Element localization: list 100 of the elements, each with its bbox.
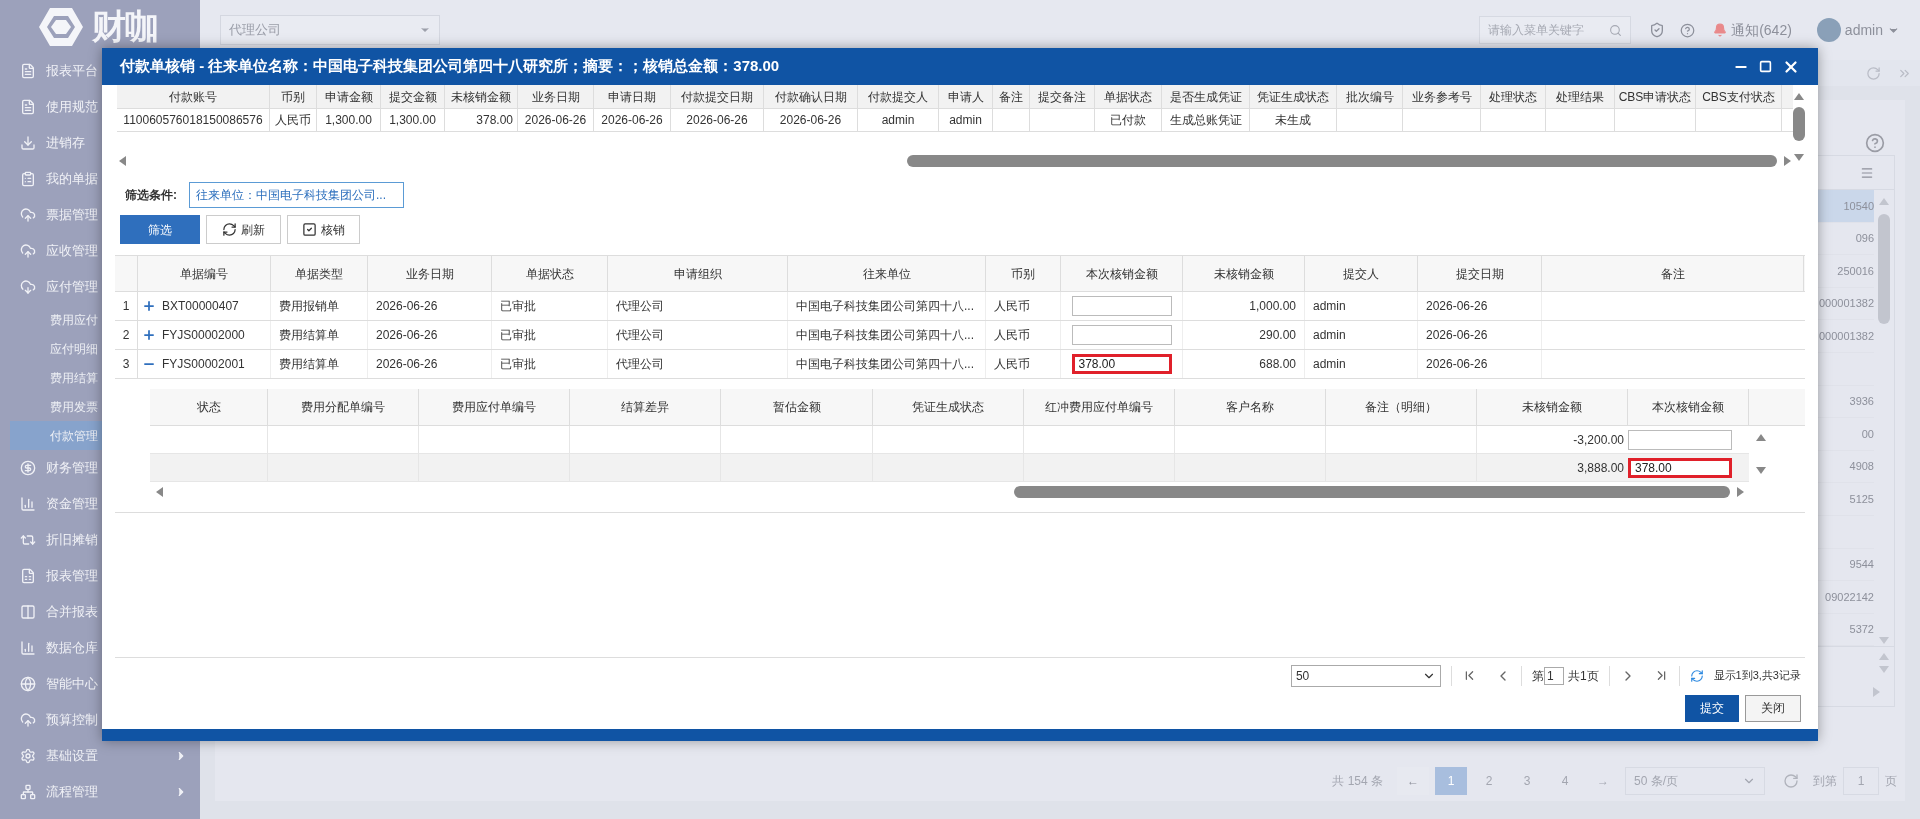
column-header: 提交日期: [1418, 256, 1542, 291]
detail-row[interactable]: -3,200.00: [150, 426, 1749, 454]
company-select[interactable]: 代理公司: [220, 15, 440, 45]
table-cell-text: 中国电子科技集团公司第四十八...: [796, 356, 974, 373]
table-cell-text: admin: [1313, 327, 1346, 344]
column-header: 暂估金额: [721, 389, 873, 425]
scroll-down-icon[interactable]: [1793, 151, 1805, 163]
filter-field[interactable]: 往来单位：中国电子科技集团公司...: [189, 182, 404, 208]
checkbox-icon: [302, 222, 317, 237]
table-cell-text: 688.00: [1259, 356, 1296, 373]
amount-field[interactable]: [1628, 429, 1732, 450]
table-cell-text: 费用结算单: [279, 356, 339, 373]
scroll-up-icon[interactable]: [1793, 91, 1805, 103]
scroll-left-icon[interactable]: [154, 486, 166, 498]
table-cell-text: 1,000.00: [1249, 298, 1296, 315]
download-icon: [20, 135, 36, 151]
submit-button[interactable]: 提交: [1685, 694, 1739, 722]
page-button[interactable]: 4: [1549, 767, 1581, 795]
sidebar-item[interactable]: 报表管理: [0, 558, 200, 594]
refresh-button[interactable]: 刷新: [206, 215, 281, 244]
refresh-icon[interactable]: [1689, 668, 1704, 683]
goto-page-field[interactable]: 1: [1843, 767, 1879, 795]
table-cell-text: 费用结算单: [279, 327, 339, 344]
sidebar-item[interactable]: 基础设置: [0, 738, 200, 774]
table-cell-text: 2026-06-26: [524, 112, 587, 129]
user-name[interactable]: admin: [1844, 19, 1883, 41]
cloud-icon: [20, 712, 36, 728]
menu-search-field[interactable]: 请输入菜单关键字: [1479, 16, 1632, 44]
page-button[interactable]: 2: [1473, 767, 1505, 795]
amount-field[interactable]: 378.00: [1628, 457, 1732, 478]
table-cell-text: 代理公司: [616, 298, 664, 315]
goto-label: 到第: [1813, 773, 1837, 790]
expand-icon[interactable]: [142, 299, 156, 313]
search-icon: [1609, 23, 1623, 37]
table-cell-text: 10540: [1843, 198, 1874, 214]
bell-icon[interactable]: [1713, 23, 1728, 37]
table-cell-text: 000001382: [1818, 328, 1874, 344]
scroll-down-icon[interactable]: [1755, 464, 1767, 476]
column-header: 业务参考号: [1403, 85, 1481, 108]
avatar[interactable]: [1816, 18, 1841, 42]
notification-link[interactable]: 通知(642): [1731, 19, 1792, 41]
table-cell-text: 2026-06-26: [376, 327, 438, 344]
close-button[interactable]: 关闭: [1745, 694, 1801, 722]
column-header: 处理结果: [1546, 85, 1615, 108]
sidebar-item[interactable]: 合并报表: [0, 594, 200, 630]
table-cell-text: FYJS00002001: [162, 356, 245, 373]
column-header: 单据编号: [138, 256, 271, 291]
table-cell-text: 2026-06-26: [376, 298, 438, 315]
table-cell-text: FYJS00002000: [162, 327, 245, 344]
amount-field[interactable]: 378.00: [1071, 354, 1172, 374]
sidebar-item[interactable]: 数据仓库: [0, 630, 200, 666]
merge-icon: [20, 604, 36, 620]
row-number: 3: [122, 356, 130, 373]
sidebar-item[interactable]: 折旧摊销: [0, 522, 200, 558]
logo-icon: [38, 5, 84, 48]
column-header: 单据状态: [492, 256, 608, 291]
amount-field[interactable]: [1071, 296, 1172, 316]
scroll-left-icon[interactable]: [117, 155, 129, 167]
column-header: 申请金额: [317, 85, 381, 108]
table-cell-text: 2026-06-26: [1426, 356, 1488, 373]
menu-icon[interactable]: [1860, 165, 1874, 180]
shield-icon[interactable]: [1649, 22, 1666, 38]
bar-chart-icon: [20, 640, 36, 656]
page-size-select[interactable]: 50: [1290, 664, 1441, 687]
column-header: 申请人: [939, 85, 993, 108]
page-size-select[interactable]: 50 条/页: [1625, 767, 1765, 795]
expand-icon[interactable]: [142, 328, 156, 342]
column-header: 付款账号: [117, 85, 270, 108]
scroll-right-icon[interactable]: [1734, 486, 1746, 498]
sidebar-item[interactable]: 智能中心: [0, 666, 200, 702]
report-icon: [20, 568, 36, 584]
page-button[interactable]: 3: [1511, 767, 1543, 795]
vertical-scrollbar[interactable]: [1793, 107, 1805, 141]
next-page-button[interactable]: →: [1587, 767, 1619, 795]
sidebar-item[interactable]: 流程管理: [0, 774, 200, 810]
scroll-up-icon[interactable]: [1755, 432, 1767, 444]
page-number-field[interactable]: 1: [1543, 666, 1564, 685]
help-icon[interactable]: [1865, 133, 1885, 153]
horizontal-scrollbar[interactable]: [907, 155, 1777, 167]
column-header: 未核销金额: [445, 85, 518, 108]
cloud-icon: [20, 207, 36, 223]
maximize-icon[interactable]: [1759, 60, 1772, 73]
table-cell-text: 1,300.00: [389, 112, 436, 129]
sidebar-item[interactable]: 资金管理: [0, 486, 200, 522]
sidebar-item[interactable]: 预算控制: [0, 702, 200, 738]
settings-icon: [20, 748, 36, 764]
table-cell-text: 3,888.00: [1577, 459, 1624, 477]
vertical-scrollbar[interactable]: [1878, 214, 1890, 324]
help-icon[interactable]: [1680, 22, 1696, 38]
horizontal-scrollbar[interactable]: [1014, 486, 1730, 498]
table-cell-text: 000001382: [1818, 296, 1874, 312]
write-off-button[interactable]: 核销: [287, 215, 360, 244]
column-header: 本次核销金额: [1061, 256, 1183, 291]
hierarchy-icon: [20, 784, 36, 800]
column-header: 结算差异: [570, 389, 721, 425]
filter-button[interactable]: 筛选: [120, 215, 200, 244]
detail-row[interactable]: 3,888.00 378.00: [150, 454, 1749, 482]
amount-field[interactable]: [1071, 325, 1172, 345]
column-header: 备注: [993, 85, 1030, 108]
page-button[interactable]: 1: [1435, 767, 1467, 795]
